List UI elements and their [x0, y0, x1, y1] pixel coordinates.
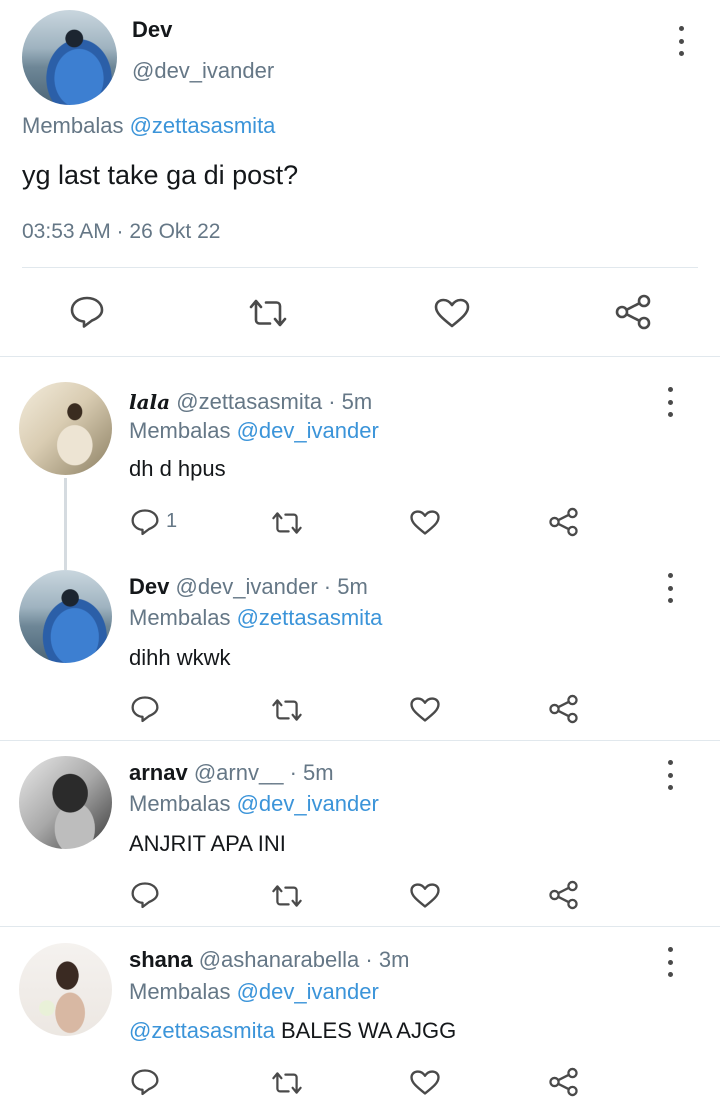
reply-prefix: Membalas	[22, 113, 130, 138]
more-icon[interactable]	[660, 573, 680, 603]
like-icon[interactable]	[433, 297, 471, 329]
tweet-text: @zettasasmita BALES WA AJGG	[129, 1018, 456, 1044]
like-icon[interactable]	[409, 509, 441, 536]
retweet-icon[interactable]	[247, 298, 289, 328]
avatar[interactable]	[19, 943, 112, 1036]
share-icon[interactable]	[548, 694, 579, 724]
author-handle[interactable]: @zettasasmita	[176, 389, 322, 414]
tweet-text: dh d hpus	[129, 456, 226, 481]
reply-to-link[interactable]: @zettasasmita	[237, 605, 383, 630]
reply-icon[interactable]	[130, 881, 160, 909]
mention-link[interactable]: @zettasasmita	[129, 1018, 275, 1043]
reply-context: Membalas @dev_ivander	[129, 418, 379, 444]
tweet-text: yg last take ga di post?	[22, 160, 299, 190]
author-name[interactable]: arnav	[129, 760, 188, 785]
reply-context: Membalas @zettasasmita	[22, 113, 275, 139]
retweet-icon[interactable]	[270, 884, 304, 908]
more-icon[interactable]	[660, 387, 680, 417]
tweet-text: dihh wkwk	[129, 645, 231, 670]
tweet-text: ANJRIT APA INI	[129, 831, 286, 856]
retweet-icon[interactable]	[270, 698, 304, 722]
reply-to-link[interactable]: @dev_ivander	[237, 418, 379, 443]
more-icon[interactable]	[660, 947, 680, 977]
author-handle[interactable]: @dev_ivander	[132, 58, 274, 84]
reply-header: arnav @arnv__ · 5m	[129, 760, 334, 786]
share-icon[interactable]	[548, 880, 579, 910]
share-icon[interactable]	[548, 507, 579, 537]
reply-header: Dev @dev_ivander · 5m	[129, 574, 368, 600]
divider	[0, 926, 720, 927]
reply-icon[interactable]	[69, 295, 105, 329]
avatar[interactable]	[22, 10, 117, 105]
avatar[interactable]	[19, 570, 112, 663]
reply-context: Membalas @dev_ivander	[129, 791, 379, 817]
reply-to-link[interactable]: @dev_ivander	[237, 791, 379, 816]
reply-to-link[interactable]: @dev_ivander	[237, 979, 379, 1004]
reply-prefix: Membalas	[129, 979, 237, 1004]
avatar[interactable]	[19, 756, 112, 849]
reply-context: Membalas @zettasasmita	[129, 605, 382, 631]
more-icon[interactable]	[660, 760, 680, 790]
divider	[0, 356, 720, 357]
reply-prefix: Membalas	[129, 418, 237, 443]
reply-header: lala @zettasasmita · 5m	[129, 389, 372, 415]
share-icon[interactable]	[614, 294, 652, 330]
reply-header: shana @ashanarabella · 3m	[129, 947, 409, 973]
reply-icon[interactable]	[130, 695, 160, 723]
reply-time: · 5m	[322, 389, 373, 414]
reply-prefix: Membalas	[129, 605, 237, 630]
author-name[interactable]: Dev	[132, 17, 172, 43]
divider	[22, 267, 698, 268]
main-tweet: Dev @dev_ivander Membalas @zettasasmita …	[0, 0, 720, 356]
avatar[interactable]	[19, 382, 112, 475]
reply-time: · 5m	[317, 574, 368, 599]
author-name[interactable]: shana	[129, 947, 193, 972]
like-icon[interactable]	[409, 882, 441, 909]
more-icon[interactable]	[671, 26, 691, 56]
retweet-icon[interactable]	[270, 1071, 304, 1095]
timestamp[interactable]: 03:53 AM · 26 Okt 22	[22, 220, 220, 244]
author-handle[interactable]: @ashanarabella	[199, 947, 360, 972]
author-name[interactable]: lala	[129, 390, 170, 414]
reply-count: 1	[166, 510, 178, 532]
author-handle[interactable]: @dev_ivander	[175, 574, 317, 599]
reply-to-link[interactable]: @zettasasmita	[130, 113, 276, 138]
divider	[0, 740, 720, 741]
reply-icon[interactable]	[130, 508, 160, 536]
reply-icon[interactable]	[130, 1068, 160, 1096]
like-icon[interactable]	[409, 1069, 441, 1096]
reply-time: · 5m	[283, 760, 334, 785]
tweet-text-body: BALES WA AJGG	[274, 1018, 457, 1043]
thread-line	[64, 478, 67, 570]
author-name[interactable]: Dev	[129, 574, 169, 599]
share-icon[interactable]	[548, 1067, 579, 1097]
reply-prefix: Membalas	[129, 791, 237, 816]
author-handle[interactable]: @arnv__	[194, 760, 284, 785]
retweet-icon[interactable]	[270, 511, 304, 535]
reply-time: · 3m	[359, 947, 410, 972]
like-icon[interactable]	[409, 696, 441, 723]
reply-context: Membalas @dev_ivander	[129, 979, 379, 1005]
